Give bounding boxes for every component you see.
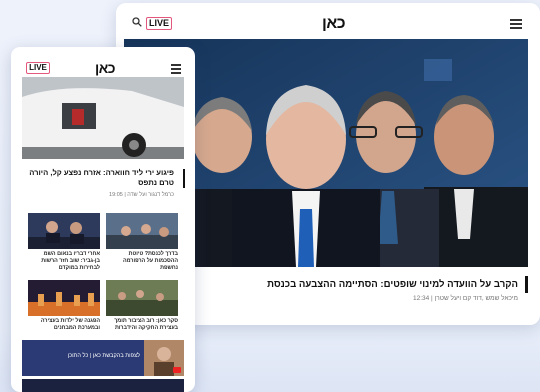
- headline-accent-bar: [182, 169, 185, 188]
- card-caption: בדרך לכנסת? טיוטת ההסכמות על הרפורמה נחש…: [122, 251, 178, 271]
- news-card[interactable]: אחרי דבריו בנאום השמ בן-גביר: שוב חזר הר…: [28, 213, 100, 271]
- desktop-headline[interactable]: הקרב על הוועדה למינוי שופטים: הסתיימה הה…: [218, 279, 518, 290]
- hamburger-menu-icon[interactable]: [171, 64, 181, 74]
- card-thumbnail: [106, 213, 178, 249]
- news-card[interactable]: בדרך לכנסת? טיוטת ההסכמות על הרפורמה נחש…: [106, 213, 178, 271]
- news-card[interactable]: סקר כאן: רוב הציבור תומך בעצירת החקיקה ו…: [106, 280, 178, 332]
- desktop-byline: מיכאל שמש ,דוד קם ויעל שטרן | 12:34: [412, 295, 518, 302]
- card-thumbnail: [28, 213, 100, 249]
- bottom-strip: [22, 379, 184, 392]
- banner-text: לצפות בהקבשת כאן | כל התוכן: [67, 353, 140, 359]
- youtube-play-icon[interactable]: [173, 367, 181, 373]
- desktop-header: LIVE כאן: [116, 3, 540, 39]
- promo-banner[interactable]: לצפות בהקבשת כאן | כל התוכן: [22, 340, 184, 376]
- kan-logo[interactable]: כאן: [322, 15, 346, 33]
- live-badge[interactable]: LIVE: [146, 17, 172, 30]
- headline-accent-bar: [525, 276, 528, 293]
- news-card[interactable]: הפגנה של ילדות בעצירה ובמערכת המבחנים: [28, 280, 100, 332]
- card-thumbnail: [28, 280, 100, 316]
- hamburger-menu-icon[interactable]: [510, 19, 522, 29]
- search-icon[interactable]: [132, 17, 142, 27]
- card-caption: הפגנה של ילדות בעצירה ובמערכת המבחנים: [40, 318, 100, 331]
- card-caption: סקר כאן: רוב הציבור תומך בעצירת החקיקה ו…: [114, 318, 178, 331]
- kan-logo[interactable]: כאן: [95, 60, 116, 76]
- card-caption: אחרי דבריו בנאום השמ בן-גביר: שוב חזר הר…: [41, 251, 100, 271]
- live-badge[interactable]: LIVE: [26, 62, 50, 74]
- mobile-byline: כרמל דנגור ועל שדה | 19:05: [109, 192, 174, 198]
- mobile-headline[interactable]: פיגוע ירי ליד חווארה: אזרח נפצע קל, היור…: [24, 168, 174, 188]
- mobile-hero-image[interactable]: [22, 77, 184, 159]
- card-thumbnail: [106, 280, 178, 316]
- mobile-mockup: LIVE כאן פיגוע ירי ליד חווארה: אזרח נפצע…: [11, 47, 195, 392]
